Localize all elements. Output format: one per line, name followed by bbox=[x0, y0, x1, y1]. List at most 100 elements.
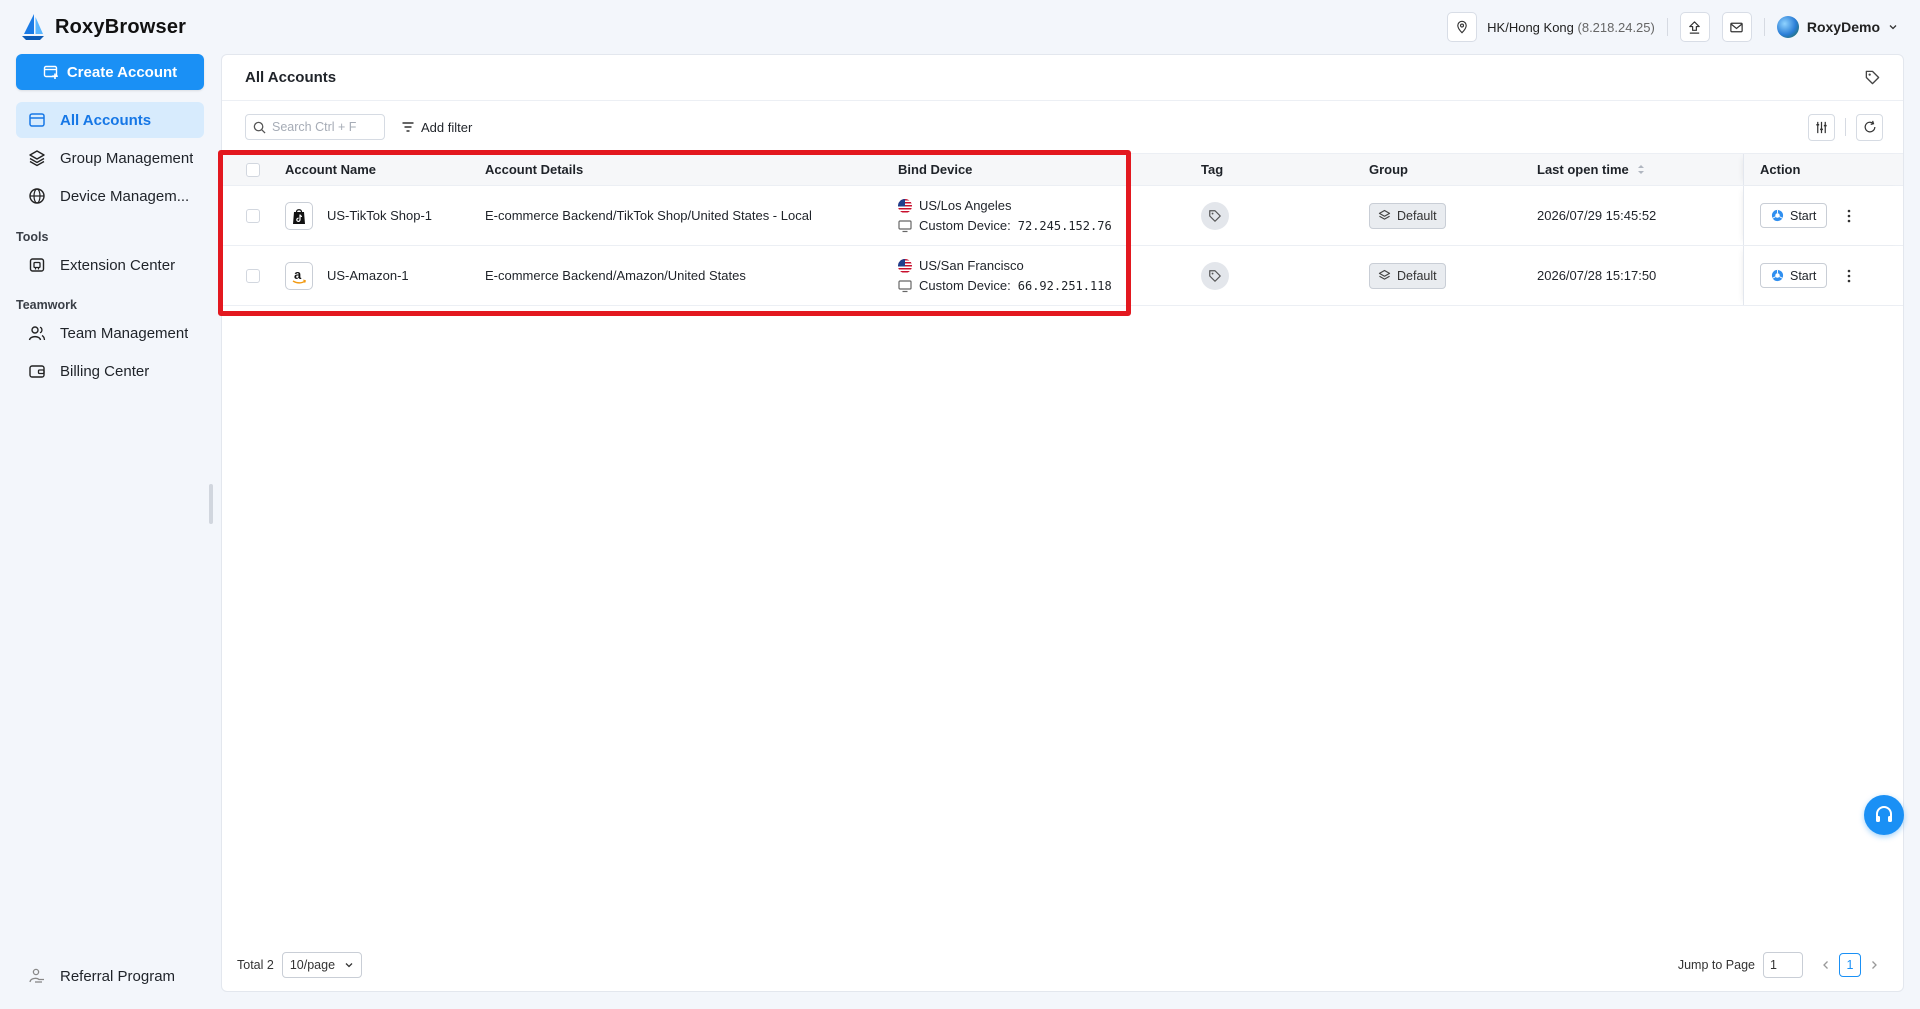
filter-icon bbox=[401, 120, 415, 134]
table-row[interactable]: a US-Amazon-1 E-commerce Backend/Amazon/… bbox=[222, 246, 1903, 306]
column-last-open-time-label: Last open time bbox=[1537, 162, 1629, 177]
sidebar-item-all-accounts[interactable]: All Accounts bbox=[16, 102, 204, 138]
row-checkbox[interactable] bbox=[246, 208, 260, 223]
sidebar-item-label: Extension Center bbox=[60, 256, 176, 274]
column-account-name: Account Name bbox=[285, 162, 377, 177]
main-header: All Accounts bbox=[222, 55, 1903, 101]
username: RoxyDemo bbox=[1806, 19, 1880, 35]
group-label: Default bbox=[1397, 268, 1437, 283]
group-label: Default bbox=[1397, 208, 1437, 223]
sidebar-item-label: Team Management bbox=[60, 324, 189, 342]
start-button[interactable]: Start bbox=[1760, 263, 1828, 288]
group-badge[interactable]: Default bbox=[1369, 202, 1446, 229]
tag-icon[interactable] bbox=[1201, 201, 1229, 230]
select-all-checkbox[interactable] bbox=[246, 162, 260, 177]
us-flag-icon bbox=[898, 198, 912, 213]
column-settings-icon[interactable] bbox=[1808, 113, 1835, 141]
brand: RoxyBrowser bbox=[20, 13, 186, 41]
page-size-value: 10/page bbox=[289, 958, 336, 972]
refresh-icon[interactable] bbox=[1856, 113, 1883, 141]
upload-icon[interactable] bbox=[1679, 12, 1710, 42]
device-location: US/San Francisco bbox=[919, 258, 1024, 273]
last-open-time: 2026/07/28 15:17:50 bbox=[1537, 268, 1657, 283]
brand-name: RoxyBrowser bbox=[55, 15, 187, 38]
monitor-icon bbox=[898, 219, 912, 233]
column-last-open-time[interactable]: Last open time bbox=[1537, 154, 1645, 185]
page-size-select[interactable]: 10/page bbox=[281, 952, 362, 978]
add-filter-label: Add filter bbox=[421, 119, 473, 135]
search-icon bbox=[253, 121, 266, 134]
account-details: E-commerce Backend/Amazon/United States bbox=[485, 268, 746, 283]
sort-icon[interactable] bbox=[1637, 164, 1645, 175]
proxy-ip-text: (8.218.24.25) bbox=[1577, 19, 1655, 35]
bind-device: US/San Francisco Custom Device: 66.92.25… bbox=[898, 246, 1112, 305]
group-badge[interactable]: Default bbox=[1369, 262, 1446, 289]
handshake-icon bbox=[28, 967, 46, 985]
account-details: E-commerce Backend/TikTok Shop/United St… bbox=[485, 208, 812, 223]
sidebar-resize-handle[interactable] bbox=[209, 484, 213, 524]
jump-to-page-label: Jump to Page bbox=[1677, 958, 1755, 972]
divider bbox=[1666, 18, 1668, 36]
create-account-button[interactable]: Create Account bbox=[16, 54, 204, 90]
support-chat-button[interactable] bbox=[1864, 795, 1904, 835]
sidebar-item-extension-center[interactable]: Extension Center bbox=[16, 247, 204, 283]
proxy-location-text: HK/Hong Kong bbox=[1487, 19, 1574, 35]
next-page-icon[interactable] bbox=[1869, 960, 1879, 970]
proxy-location[interactable]: HK/Hong Kong (8.218.24.25) bbox=[1447, 12, 1655, 42]
accounts-icon bbox=[28, 111, 46, 129]
account-name[interactable]: US-TikTok Shop-1 bbox=[327, 208, 432, 223]
sidebar-item-label: Group Management bbox=[60, 149, 194, 167]
jump-to-page-input[interactable] bbox=[1763, 952, 1803, 978]
page-number-button[interactable]: 1 bbox=[1839, 953, 1861, 977]
chevron-down-icon bbox=[344, 960, 354, 970]
add-filter-button[interactable]: Add filter bbox=[401, 120, 472, 135]
sidebar-item-billing-center[interactable]: Billing Center bbox=[16, 353, 204, 389]
accounts-table: Account Name Account Details Bind Device… bbox=[222, 153, 1903, 306]
start-label: Start bbox=[1790, 208, 1817, 223]
sidebar-item-device-management[interactable]: Device Managem... bbox=[16, 178, 204, 214]
sidebar-item-label: Billing Center bbox=[60, 362, 150, 380]
browser-icon bbox=[1771, 269, 1784, 282]
mail-icon[interactable] bbox=[1721, 12, 1752, 42]
team-icon bbox=[28, 324, 46, 342]
prev-page-icon[interactable] bbox=[1821, 960, 1831, 970]
column-bind-device: Bind Device bbox=[898, 162, 973, 177]
total-count: Total 2 bbox=[237, 958, 274, 972]
user-menu[interactable]: RoxyDemo bbox=[1776, 16, 1898, 38]
table-row[interactable]: US-TikTok Shop-1 E-commerce Backend/TikT… bbox=[222, 186, 1903, 246]
monitor-icon bbox=[898, 279, 912, 293]
device-ip: 72.245.152.76 bbox=[1017, 218, 1112, 233]
device-ip: 66.92.251.118 bbox=[1017, 278, 1112, 293]
device-location: US/Los Angeles bbox=[919, 198, 1012, 213]
device-label: Custom Device: bbox=[919, 218, 1011, 233]
bind-device: US/Los Angeles Custom Device: 72.245.152… bbox=[898, 186, 1112, 245]
row-checkbox[interactable] bbox=[246, 268, 260, 283]
globe-avatar bbox=[1776, 16, 1799, 38]
more-options-icon[interactable] bbox=[1847, 269, 1851, 283]
divider bbox=[1845, 118, 1846, 136]
last-open-time: 2026/07/29 15:45:52 bbox=[1537, 208, 1657, 223]
more-options-icon[interactable] bbox=[1847, 209, 1851, 223]
create-account-label: Create Account bbox=[66, 63, 178, 81]
sidebar-item-label: Device Managem... bbox=[60, 187, 190, 205]
location-pin-icon[interactable] bbox=[1447, 12, 1478, 42]
search-input[interactable] bbox=[272, 120, 372, 134]
extension-icon bbox=[28, 256, 46, 274]
sidebar-item-group-management[interactable]: Group Management bbox=[16, 140, 204, 176]
column-group: Group bbox=[1369, 162, 1408, 177]
account-name[interactable]: US-Amazon-1 bbox=[327, 268, 409, 283]
amazon-icon: a bbox=[285, 261, 313, 290]
tag-manager-icon[interactable] bbox=[1864, 69, 1881, 86]
layers-icon bbox=[1378, 209, 1391, 222]
search-box[interactable] bbox=[245, 114, 385, 140]
table-header: Account Name Account Details Bind Device… bbox=[222, 153, 1903, 186]
create-account-icon bbox=[43, 64, 59, 80]
tag-icon[interactable] bbox=[1201, 261, 1229, 290]
device-label: Custom Device: bbox=[919, 278, 1011, 293]
chevron-down-icon bbox=[1888, 22, 1898, 32]
sidebar-item-team-management[interactable]: Team Management bbox=[16, 315, 204, 351]
sidebar-item-referral-program[interactable]: Referral Program bbox=[16, 958, 204, 994]
start-button[interactable]: Start bbox=[1760, 203, 1828, 228]
toolbar: Add filter bbox=[222, 101, 1903, 153]
us-flag-icon bbox=[898, 258, 912, 273]
